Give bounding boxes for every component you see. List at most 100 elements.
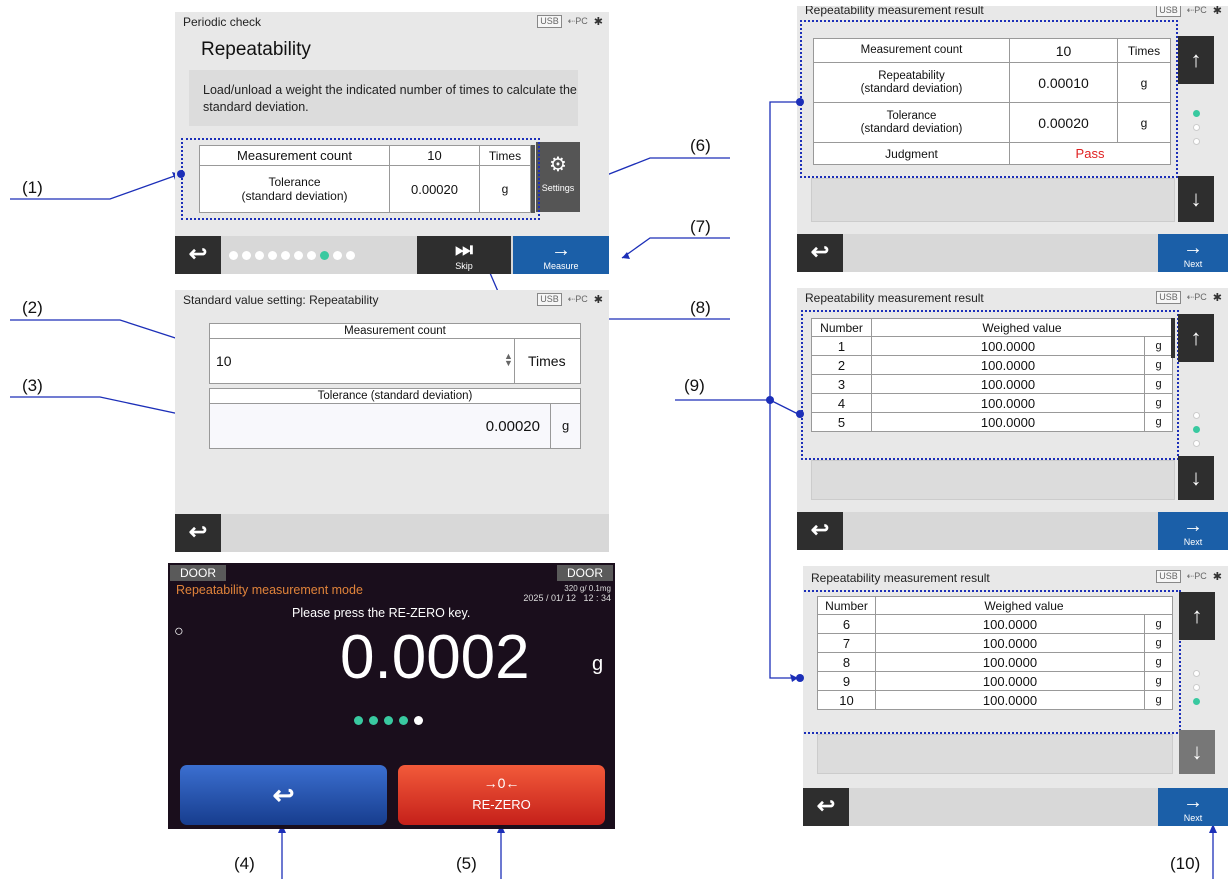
bluetooth-icon: ✱ [593, 294, 603, 306]
back-button[interactable]: ↩ [803, 788, 849, 826]
next-button[interactable]: → Next [1158, 788, 1228, 826]
arrow-right-icon: → [551, 239, 571, 261]
page-dot [320, 251, 329, 260]
callout-10: (10) [1170, 854, 1201, 873]
count-field[interactable]: 10 ▲ ▼ Times [209, 338, 581, 384]
arrow-right-icon: → [1183, 515, 1203, 537]
status-icons: USB ⇠PC ✱ [537, 15, 603, 28]
scroll-up-button[interactable]: ↑ [1178, 314, 1214, 362]
scroll-down-button[interactable]: ↓ [1179, 730, 1215, 774]
callout-dot-9a [796, 98, 804, 106]
spinner-icon[interactable]: ▲ ▼ [504, 352, 513, 368]
bottom-bar: ↩ → Next [803, 788, 1228, 826]
arrow-down-icon: ↓ [1190, 465, 1202, 490]
skip-label: Skip [455, 261, 473, 271]
progress-dot [399, 716, 408, 725]
back-button[interactable]: ↩ [797, 234, 843, 272]
return-arrow-icon: ↩ [272, 780, 295, 810]
pc-icon: ⇠PC [567, 16, 588, 26]
door-left-button[interactable]: DOOR [170, 565, 226, 581]
status-icons: USB ⇠PC ✱ [1156, 570, 1222, 583]
mode-title: Repeatability measurement mode [176, 583, 363, 597]
tolerance-field-label: Tolerance (standard deviation) [209, 388, 581, 404]
progress-dot [354, 716, 363, 725]
arrow-right-icon: → [1183, 237, 1203, 259]
standard-setting-screen: Standard value setting: Repeatability US… [175, 290, 609, 552]
usb-icon: USB [1156, 570, 1181, 583]
page-indicator [229, 251, 355, 260]
status-icons: USB ⇠PC ✱ [1156, 291, 1222, 304]
tolerance-input-unit: g [562, 418, 570, 433]
bluetooth-icon: ✱ [593, 16, 603, 28]
back-button[interactable]: ↩ [180, 765, 387, 825]
result-list-screen-2: Repeatability measurement result USB ⇠PC… [803, 566, 1228, 826]
weight-display: 0.0002 [340, 623, 530, 692]
stable-indicator-icon: ○ [174, 623, 184, 640]
gear-icon: ⚙ [549, 154, 567, 176]
callout-3: (3) [22, 376, 43, 395]
pc-icon: ⇠PC [1186, 571, 1207, 581]
divider [514, 339, 515, 383]
count-input-unit: Times [528, 353, 566, 369]
page-dot [1193, 412, 1200, 419]
page-dot [1193, 124, 1200, 131]
bluetooth-icon: ✱ [1212, 571, 1222, 583]
tolerance-field[interactable]: 0.00020 g [209, 403, 581, 449]
scroll-up-button[interactable]: ↑ [1179, 592, 1215, 640]
page-dot [333, 251, 342, 260]
skip-icon: ⏭ [455, 239, 473, 261]
bluetooth-icon: ✱ [1212, 6, 1222, 17]
bottom-bar: ↩ → Next [797, 234, 1228, 272]
scroll-down-button[interactable]: ↓ [1178, 176, 1214, 222]
progress-dot [414, 716, 423, 725]
page-dot [346, 251, 355, 260]
back-button[interactable]: ↩ [175, 236, 221, 274]
scroll-down-button[interactable]: ↓ [1178, 456, 1214, 500]
arrow-down-icon: ↓ [1191, 739, 1203, 764]
progress-dot [369, 716, 378, 725]
periodic-check-screen: Periodic check USB ⇠PC ✱ Repeatability L… [175, 12, 609, 274]
back-button[interactable]: ↩ [175, 514, 221, 552]
callout-6: (6) [690, 136, 711, 155]
progress-indicator [354, 716, 423, 725]
arrow-down-icon: ↓ [1190, 186, 1202, 211]
door-right-button[interactable]: DOOR [557, 565, 613, 581]
datetime: 2025 / 01/ 12 12 : 34 [523, 593, 611, 603]
bottom-bar: ↩ [175, 514, 609, 552]
measure-button[interactable]: → Measure [513, 236, 609, 274]
usb-icon: USB [1156, 6, 1181, 17]
description-text: Load/unload a weight the indicated numbe… [203, 83, 577, 114]
rezero-icon: →0← [483, 775, 520, 791]
page-dot [1193, 684, 1200, 691]
page-dot [1193, 698, 1200, 705]
empty-area [811, 460, 1175, 500]
pc-icon: ⇠PC [567, 294, 588, 304]
page-dot [294, 251, 303, 260]
bottom-bar: ↩ → Next [797, 512, 1228, 550]
page-dot [307, 251, 316, 260]
next-button[interactable]: → Next [1158, 234, 1228, 272]
settings-button[interactable]: ⚙ Settings [536, 142, 580, 212]
rezero-label: RE-ZERO [472, 797, 531, 812]
back-button[interactable]: ↩ [797, 512, 843, 550]
skip-button[interactable]: ⏭ Skip [417, 236, 511, 274]
next-label: Next [1183, 537, 1203, 547]
pc-icon: ⇠PC [1186, 292, 1207, 302]
progress-dot [384, 716, 393, 725]
next-button[interactable]: → Next [1158, 512, 1228, 550]
rezero-button[interactable]: →0← RE-ZERO [398, 765, 605, 825]
measure-label: Measure [543, 261, 579, 271]
count-input-value: 10 [216, 353, 232, 369]
measurement-mode-screen: DOOR DOOR Repeatability measurement mode… [168, 563, 615, 829]
page-dot [1193, 440, 1200, 447]
scroll-up-button[interactable]: ↑ [1178, 36, 1214, 84]
callout-dot-9 [766, 396, 774, 404]
return-arrow-icon: ↩ [188, 519, 208, 544]
return-arrow-icon: ↩ [188, 241, 208, 266]
callout-dot-9c [796, 674, 804, 682]
empty-area [817, 734, 1173, 774]
page-dot [1193, 426, 1200, 433]
result-list-screen-1: Repeatability measurement result USB ⇠PC… [797, 288, 1228, 550]
callout-2: (2) [22, 298, 43, 317]
highlight-box-9b [801, 310, 1179, 460]
